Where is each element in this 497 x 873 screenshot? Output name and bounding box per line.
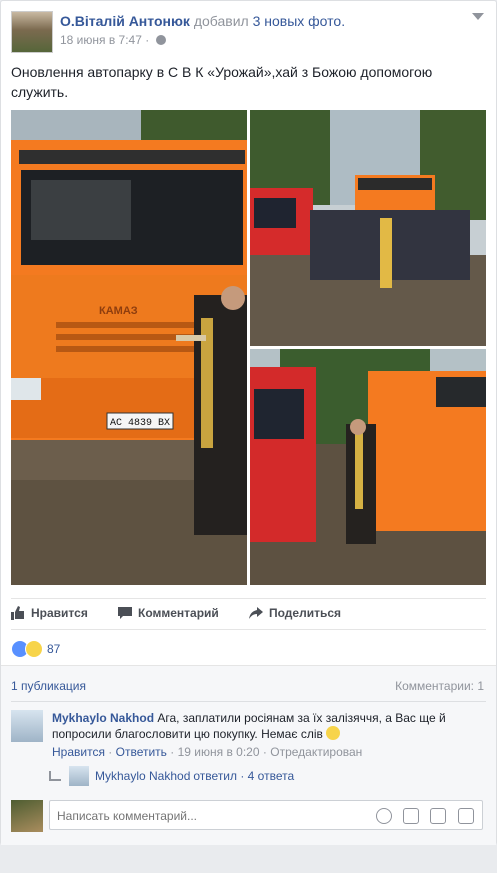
comment-composer[interactable]: [49, 800, 483, 830]
comment-body: Mykhaylo Nakhod Ага, заплатили росіянам …: [52, 710, 482, 742]
comments-count[interactable]: Комментарии: 1: [395, 679, 484, 693]
share-label: Поделиться: [269, 606, 342, 620]
sticker-icon[interactable]: [458, 808, 474, 824]
camera-icon[interactable]: [403, 808, 419, 824]
emoji-icon: [326, 726, 341, 740]
post-actions: Нравится Комментарий Поделиться: [11, 598, 486, 630]
globe-icon: [155, 35, 166, 45]
author-name[interactable]: О.Віталій Антонюк: [60, 13, 190, 29]
reactions-summary[interactable]: 87: [11, 640, 60, 658]
shares-link[interactable]: 1 публикация: [11, 679, 86, 693]
wow-reaction-icon: [25, 640, 43, 658]
reply-author[interactable]: Mykhaylo Nakhod: [95, 769, 190, 783]
photo-3[interactable]: [250, 349, 486, 585]
post-meta: 18 июня в 7:47 ·: [60, 33, 166, 47]
truck-brand-label: КАМАЗ: [99, 305, 138, 317]
author-avatar[interactable]: [11, 11, 53, 53]
like-label: Нравится: [31, 606, 88, 620]
like-button[interactable]: Нравится: [11, 606, 88, 620]
comment-label: Комментарий: [138, 606, 219, 620]
replies-link[interactable]: Mykhaylo Nakhod ответил · 4 ответа: [49, 766, 294, 786]
reply-summary-text[interactable]: ответил · 4 ответа: [193, 769, 294, 783]
emoji-picker-icon[interactable]: [376, 808, 392, 824]
chevron-down-icon[interactable]: [472, 13, 484, 20]
gif-icon[interactable]: [430, 808, 446, 824]
comment-input[interactable]: [57, 809, 357, 823]
reply-avatar: [69, 766, 89, 786]
post-text: Оновлення автопарку в С В К «Урожай»,хай…: [11, 64, 433, 100]
comment-meta: Нравится · Ответить · 19 июня в 0:20 · О…: [52, 745, 363, 759]
photo-1[interactable]: КАМАЗ AC 4839 BX: [11, 110, 247, 585]
photos-link[interactable]: 3 новых фото.: [253, 13, 346, 29]
comment-button[interactable]: Комментарий: [118, 606, 219, 620]
plate-label: AC 4839 BX: [110, 418, 170, 429]
action-text: добавил: [193, 13, 249, 29]
post-timestamp[interactable]: 18 июня в 7:47 ·: [60, 33, 149, 47]
comment-edited[interactable]: Отредактирован: [270, 745, 362, 759]
reply-arrow-icon: [49, 771, 61, 781]
comment-icon: [118, 607, 132, 619]
share-button[interactable]: Поделиться: [249, 606, 341, 620]
commenter-name[interactable]: Mykhaylo Nakhod: [52, 711, 154, 725]
post-header: О.Віталій Антонюк добавил 3 новых фото.: [60, 13, 345, 29]
share-icon: [249, 607, 263, 619]
viewer-avatar: [11, 800, 43, 832]
commenter-avatar[interactable]: [11, 710, 43, 742]
comment-time[interactable]: 19 июня в 0:20: [178, 745, 260, 759]
post-card: О.Віталій Антонюк добавил 3 новых фото. …: [0, 0, 497, 845]
comment-reply-link[interactable]: Ответить: [116, 745, 167, 759]
comment-like-link[interactable]: Нравится: [52, 745, 105, 759]
like-icon: [11, 606, 24, 620]
photo-2[interactable]: [250, 110, 486, 346]
reaction-count[interactable]: 87: [47, 642, 60, 656]
divider: [11, 701, 486, 702]
